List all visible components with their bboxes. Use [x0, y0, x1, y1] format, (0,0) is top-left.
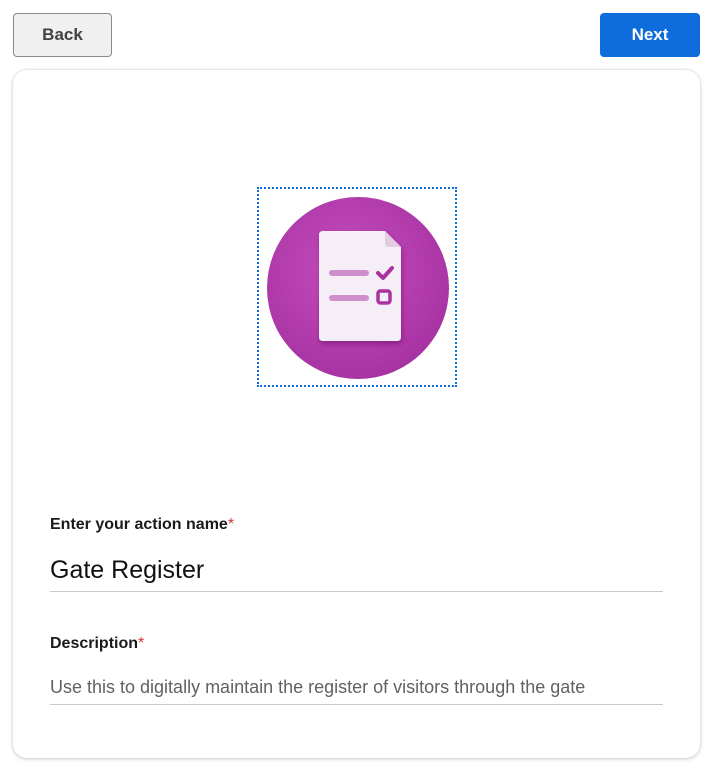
top-toolbar: Back Next [0, 0, 712, 70]
forms-checklist-document-icon [267, 197, 449, 379]
action-details-card: Enter your action name* Description* [13, 70, 700, 758]
action-icon-picker[interactable] [257, 187, 457, 387]
back-button[interactable]: Back [13, 13, 112, 57]
description-label: Description* [50, 635, 144, 653]
required-asterisk: * [227, 516, 235, 533]
description-input[interactable] [50, 671, 663, 705]
next-button[interactable]: Next [600, 13, 700, 57]
action-name-label: Enter your action name* [50, 516, 234, 534]
description-label-text: Description [50, 635, 139, 652]
action-name-label-text: Enter your action name [50, 516, 228, 533]
required-asterisk: * [138, 635, 145, 652]
action-name-input[interactable] [50, 550, 663, 592]
